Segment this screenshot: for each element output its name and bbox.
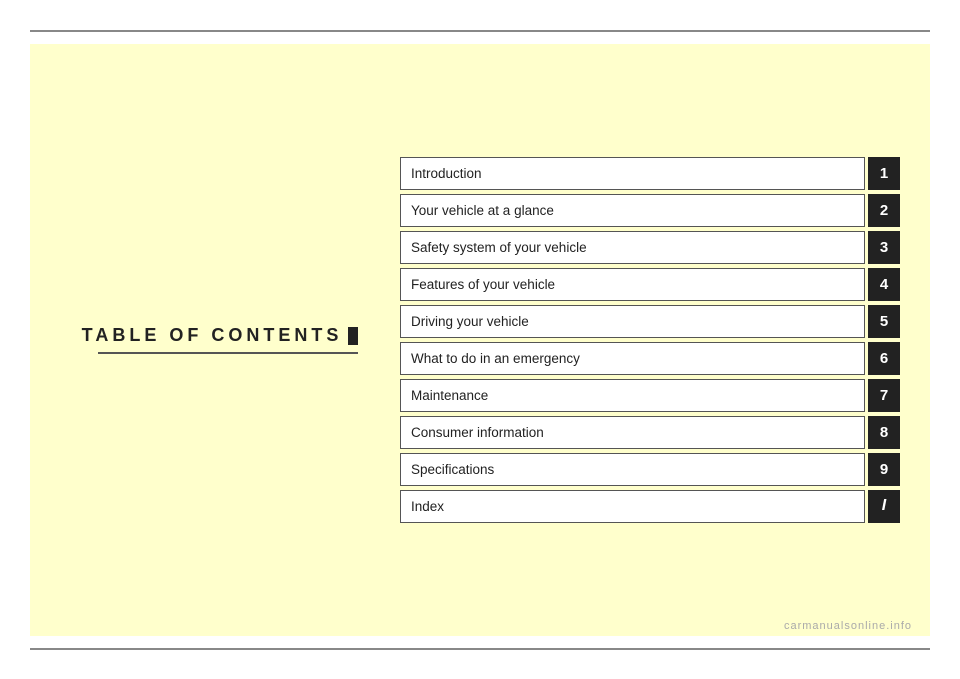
toc-marker: [348, 327, 358, 345]
toc-item-label: Introduction: [400, 157, 865, 190]
watermark: carmanualsonline.info: [784, 620, 912, 632]
toc-list: Introduction1Your vehicle at a glance2Sa…: [400, 157, 900, 523]
toc-title-underline: [98, 352, 358, 354]
table-row[interactable]: Safety system of your vehicle3: [400, 231, 900, 264]
toc-item-label: Your vehicle at a glance: [400, 194, 865, 227]
toc-item-number: 3: [868, 231, 900, 264]
table-row[interactable]: Maintenance7: [400, 379, 900, 412]
toc-item-number: 6: [868, 342, 900, 375]
left-section: TABLE OF CONTENTS: [60, 325, 400, 354]
table-row[interactable]: Introduction1: [400, 157, 900, 190]
table-row[interactable]: IndexI: [400, 490, 900, 523]
toc-item-label: Maintenance: [400, 379, 865, 412]
toc-item-label: Index: [400, 490, 865, 523]
toc-item-label: What to do in an emergency: [400, 342, 865, 375]
toc-item-number: 9: [868, 453, 900, 486]
toc-item-label: Features of your vehicle: [400, 268, 865, 301]
toc-title-wrapper: TABLE OF CONTENTS: [82, 325, 359, 354]
toc-title: TABLE OF CONTENTS: [82, 325, 359, 346]
table-row[interactable]: What to do in an emergency6: [400, 342, 900, 375]
toc-item-number: 8: [868, 416, 900, 449]
toc-item-label: Safety system of your vehicle: [400, 231, 865, 264]
toc-item-number: 4: [868, 268, 900, 301]
content-box: TABLE OF CONTENTS Introduction1Your vehi…: [30, 44, 930, 636]
toc-item-number: 5: [868, 305, 900, 338]
top-divider: [30, 30, 930, 32]
toc-title-text: TABLE OF CONTENTS: [82, 325, 343, 346]
toc-item-label: Specifications: [400, 453, 865, 486]
page-container: TABLE OF CONTENTS Introduction1Your vehi…: [30, 30, 930, 650]
toc-item-number: 1: [868, 157, 900, 190]
toc-item-number: 7: [868, 379, 900, 412]
toc-item-label: Consumer information: [400, 416, 865, 449]
table-row[interactable]: Driving your vehicle5: [400, 305, 900, 338]
table-row[interactable]: Your vehicle at a glance2: [400, 194, 900, 227]
bottom-divider: [30, 648, 930, 650]
toc-item-label: Driving your vehicle: [400, 305, 865, 338]
table-row[interactable]: Consumer information8: [400, 416, 900, 449]
table-row[interactable]: Features of your vehicle4: [400, 268, 900, 301]
table-row[interactable]: Specifications9: [400, 453, 900, 486]
toc-item-number: I: [868, 490, 900, 523]
toc-item-number: 2: [868, 194, 900, 227]
